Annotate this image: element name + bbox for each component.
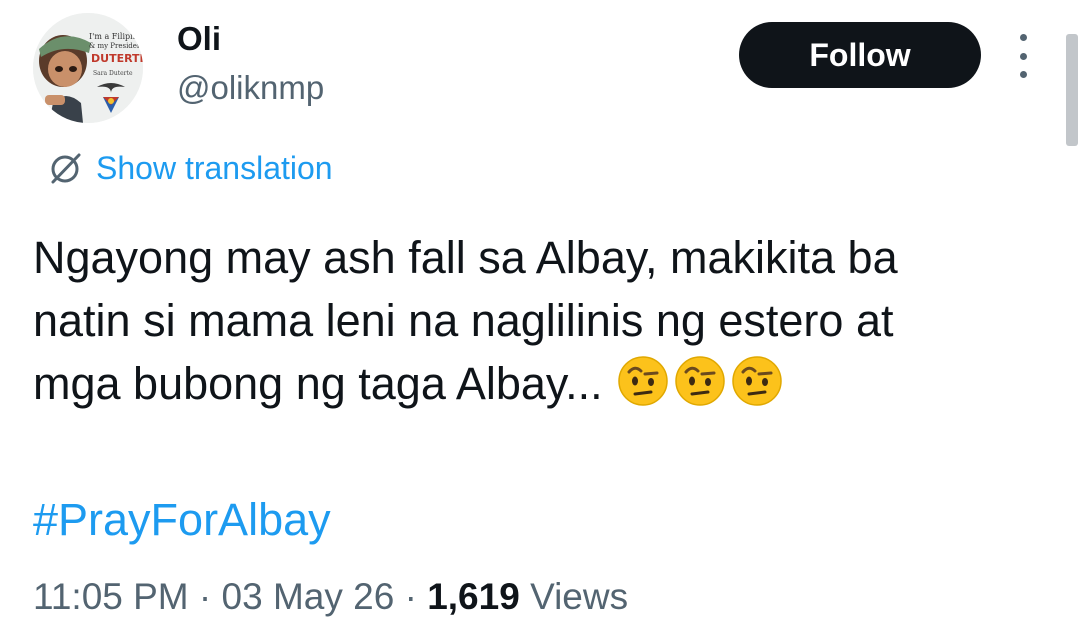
raised-eyebrow-emoji-icon: [674, 356, 725, 406]
scrollbar[interactable]: [1066, 34, 1078, 146]
raised-eyebrow-emoji-icon: [731, 356, 782, 406]
display-name[interactable]: Oli: [177, 17, 221, 61]
emoji-group: [617, 355, 788, 407]
tweet-text: Ngayong may ash fall sa Albay, makikita …: [33, 226, 1043, 415]
show-translation-label: Show translation: [96, 150, 333, 186]
tweet-date[interactable]: 03 May 26: [222, 576, 395, 617]
more-vertical-icon[interactable]: [1008, 34, 1038, 78]
more-dot: [1019, 34, 1027, 41]
avatar-text-2: & my President: [89, 42, 143, 50]
tweet-line-3: mga bubong ng taga Albay...: [33, 358, 603, 409]
more-dot: [1019, 52, 1027, 60]
tweet-card: I'm a Filipino & my President DUTERTE Sa…: [0, 0, 1080, 625]
more-dot: [1019, 71, 1027, 78]
follow-button[interactable]: Follow: [739, 22, 981, 88]
views-count: 1,619: [427, 576, 520, 617]
show-translation-link[interactable]: Show translation: [46, 146, 333, 190]
meta-separator: ·: [404, 576, 417, 617]
tweet-line-1: Ngayong may ash fall sa Albay, makikita …: [33, 232, 898, 283]
hashtag-link[interactable]: #PrayForAlbay: [33, 488, 331, 551]
globe-slash-icon: [51, 153, 81, 184]
avatar-image: I'm a Filipino & my President DUTERTE Sa…: [33, 13, 143, 123]
user-handle[interactable]: @oliknmp: [177, 66, 324, 110]
tweet-time[interactable]: 11:05 PM: [33, 576, 189, 617]
raised-eyebrow-emoji-icon: [617, 356, 668, 406]
tweet-meta: 11:05 PM · 03 May 26 · 1,619 Views: [33, 573, 628, 621]
meta-separator: ·: [198, 576, 212, 617]
avatar[interactable]: I'm a Filipino & my President DUTERTE Sa…: [33, 13, 143, 123]
tweet-line-2: natin si mama leni na naglilinis ng este…: [33, 295, 894, 346]
avatar-text-3: DUTERTE: [91, 52, 143, 65]
avatar-text-4: Sara Duterte: [93, 70, 133, 77]
avatar-text-1: I'm a Filipino: [89, 32, 143, 41]
views-label: Views: [530, 576, 629, 617]
